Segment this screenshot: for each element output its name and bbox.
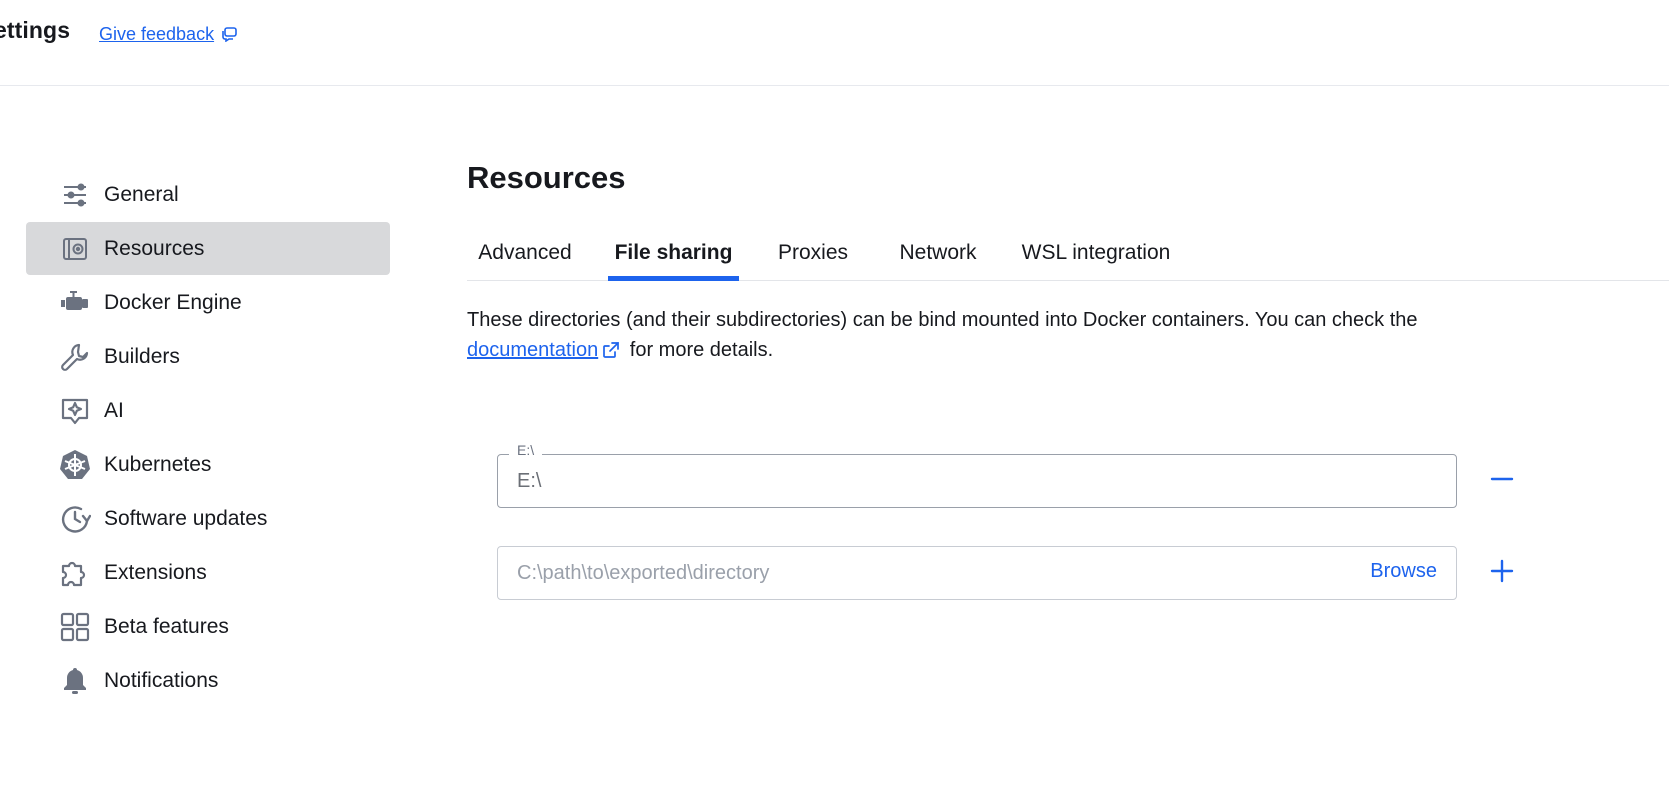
clock-refresh-icon bbox=[59, 503, 91, 535]
resources-icon bbox=[59, 233, 91, 265]
description-text-end: for more details. bbox=[624, 339, 774, 361]
description-text: These directories (and their subdirector… bbox=[467, 309, 1418, 331]
sidebar-item-notifications[interactable]: Notifications bbox=[26, 654, 390, 707]
documentation-link[interactable]: documentation bbox=[467, 339, 598, 361]
sidebar-item-label: AI bbox=[104, 398, 124, 422]
external-link-icon bbox=[602, 338, 620, 368]
top-bar: ettings Give feedback bbox=[0, 0, 1669, 86]
engine-icon bbox=[59, 287, 91, 319]
remove-directory-button[interactable] bbox=[1482, 461, 1522, 501]
tab-label: Advanced bbox=[478, 241, 572, 264]
wrench-icon bbox=[59, 341, 91, 373]
sidebar-item-software-updates[interactable]: Software updates bbox=[26, 492, 390, 545]
sidebar-item-label: Kubernetes bbox=[104, 452, 212, 476]
give-feedback-label: Give feedback bbox=[99, 24, 215, 44]
tab-label: WSL integration bbox=[1021, 241, 1171, 264]
tab-label: Proxies bbox=[777, 241, 849, 264]
feedback-chat-icon bbox=[220, 22, 238, 47]
sidebar-item-label: Software updates bbox=[104, 506, 268, 530]
sidebar-item-beta-features[interactable]: Beta features bbox=[26, 600, 390, 653]
tab-advanced[interactable]: Advanced bbox=[467, 226, 583, 280]
tab-file-sharing[interactable]: File sharing bbox=[608, 226, 739, 281]
tab-wsl-integration[interactable]: WSL integration bbox=[1015, 226, 1177, 280]
sidebar-item-label: Resources bbox=[104, 236, 205, 260]
tab-bar: Advanced File sharing Proxies Network WS… bbox=[467, 226, 1669, 281]
puzzle-icon bbox=[59, 557, 91, 589]
sidebar-item-kubernetes[interactable]: Kubernetes bbox=[26, 438, 390, 491]
give-feedback-link[interactable]: Give feedback bbox=[99, 22, 238, 47]
kubernetes-icon bbox=[59, 449, 91, 481]
page-title: Resources bbox=[467, 160, 626, 195]
minus-icon bbox=[1490, 467, 1514, 496]
new-directory-row: Browse bbox=[497, 546, 1457, 600]
sidebar-item-ai[interactable]: AI bbox=[26, 384, 390, 437]
settings-sidebar: General Resources Docker Engine Builders… bbox=[26, 168, 390, 708]
sidebar-item-label: Builders bbox=[104, 344, 180, 368]
sidebar-item-builders[interactable]: Builders bbox=[26, 330, 390, 383]
file-sharing-description: These directories (and their subdirector… bbox=[467, 305, 1477, 368]
add-directory-button[interactable] bbox=[1482, 553, 1522, 593]
tab-network[interactable]: Network bbox=[886, 226, 990, 280]
ai-icon bbox=[59, 395, 91, 427]
new-directory-input[interactable] bbox=[517, 546, 1277, 600]
sliders-icon bbox=[59, 179, 91, 211]
shared-directory-row: E:\ bbox=[497, 442, 1457, 508]
sidebar-item-label: Extensions bbox=[104, 560, 207, 584]
tab-proxies[interactable]: Proxies bbox=[763, 226, 863, 280]
sidebar-item-label: General bbox=[104, 182, 179, 206]
sidebar-item-label: Notifications bbox=[104, 668, 219, 692]
sidebar-item-label: Docker Engine bbox=[104, 290, 242, 314]
sidebar-item-general[interactable]: General bbox=[26, 168, 390, 221]
sidebar-item-docker-engine[interactable]: Docker Engine bbox=[26, 276, 390, 329]
window-title: ettings bbox=[0, 17, 71, 43]
grid-icon bbox=[59, 611, 91, 643]
plus-icon bbox=[1490, 559, 1514, 588]
bell-icon bbox=[59, 665, 91, 697]
shared-directory-input[interactable] bbox=[517, 454, 1277, 508]
sidebar-item-label: Beta features bbox=[104, 614, 229, 638]
tab-label: Network bbox=[899, 241, 977, 264]
tab-label: File sharing bbox=[614, 241, 733, 264]
sidebar-item-extensions[interactable]: Extensions bbox=[26, 546, 390, 599]
sidebar-item-resources[interactable]: Resources bbox=[26, 222, 390, 275]
browse-button[interactable]: Browse bbox=[1370, 560, 1437, 583]
